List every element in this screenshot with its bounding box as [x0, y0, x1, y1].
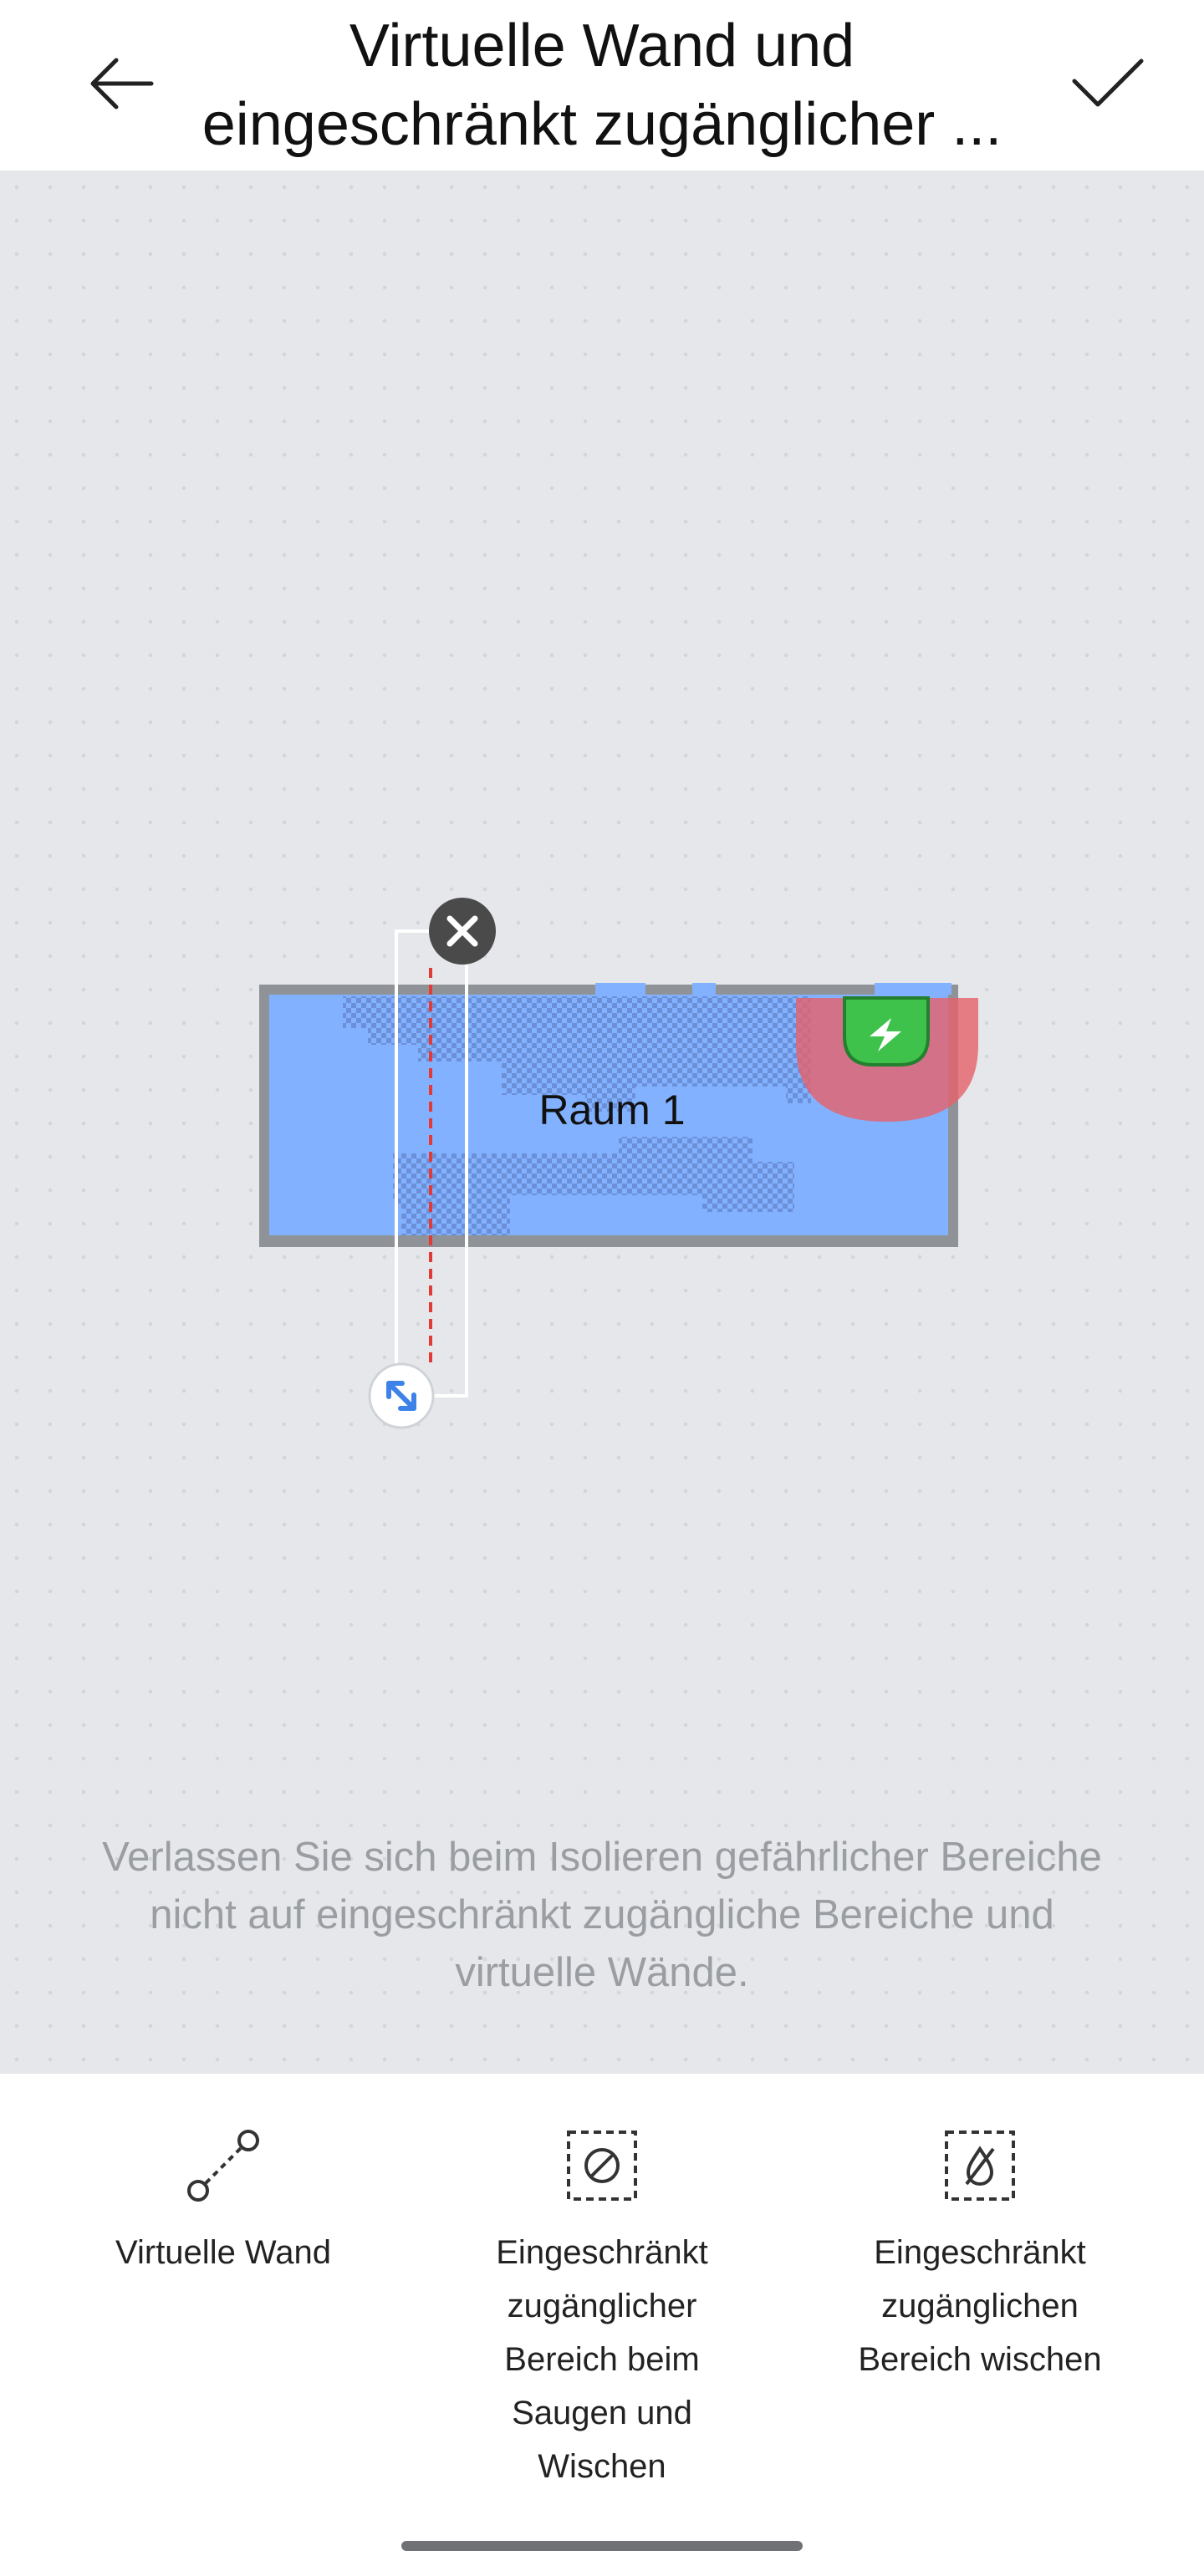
checkmark-icon	[1072, 59, 1144, 107]
no-mop-zone-tool-label: Eingeschränkt zugänglichen Bereich wisch…	[804, 2226, 1156, 2386]
map-canvas[interactable]: Raum 1	[0, 171, 1204, 2073]
safety-notice-line-1: Verlassen Sie sich beim Isolieren gefähr…	[102, 1835, 1102, 1880]
top-bar: Virtuelle Wand und eingeschränkt zugängl…	[0, 0, 1204, 171]
room-label: Raum 1	[538, 1087, 686, 1133]
page-title-line-1: Virtuelle Wand und	[349, 13, 855, 79]
no-mop-zone-icon	[945, 2131, 1015, 2201]
tool-label-line: Wischen	[538, 2448, 666, 2485]
tool-label-line: Eingeschränkt	[874, 2234, 1086, 2271]
tool-label-line: Bereich beim	[504, 2341, 700, 2378]
virtual-wall-tool[interactable]: Virtuelle Wand	[48, 2124, 399, 2279]
tool-label-line: Bereich wischen	[858, 2341, 1102, 2378]
virtual-wall-icon	[187, 2130, 259, 2202]
safety-notice: Verlassen Sie sich beim Isolieren gefähr…	[50, 1829, 1154, 2002]
tool-label-line: Saugen und	[512, 2395, 692, 2431]
home-indicator[interactable]	[401, 2541, 803, 2551]
tool-label-line: zugänglichen	[881, 2288, 1079, 2324]
no-go-zone-tool-label: Eingeschränkt zugänglicher Bereich beim …	[426, 2226, 778, 2493]
no-go-zone-tool[interactable]: Eingeschränkt zugänglicher Bereich beim …	[426, 2124, 778, 2493]
page-title-line-2: eingeschränkt zugänglicher ...	[202, 91, 1002, 158]
tool-label-line: Virtuelle Wand	[115, 2234, 331, 2271]
no-go-zone-icon	[567, 2131, 637, 2201]
confirm-button[interactable]	[1058, 33, 1158, 134]
virtual-wall-tool-label: Virtuelle Wand	[48, 2226, 399, 2279]
resize-handle[interactable]	[368, 1362, 435, 1429]
safety-notice-line-2: nicht auf eingeschränkt zugängliche Bere…	[150, 1892, 1054, 1937]
page-title: Virtuelle Wand und eingeschränkt zugängl…	[167, 7, 1037, 164]
safety-notice-line-3: virtuelle Wände.	[455, 1950, 749, 1995]
tool-bar: Virtuelle Wand Eingeschränkt zugängliche…	[0, 2073, 1204, 2576]
charging-dock[interactable]	[843, 996, 930, 1067]
tool-label-line: Eingeschränkt	[496, 2234, 708, 2271]
delete-wall-button[interactable]	[429, 898, 496, 965]
tool-label-line: zugänglicher	[507, 2288, 697, 2324]
arrow-left-icon	[90, 58, 154, 109]
no-mop-zone-tool[interactable]: Eingeschränkt zugänglichen Bereich wisch…	[804, 2124, 1156, 2386]
back-button[interactable]	[72, 33, 172, 134]
